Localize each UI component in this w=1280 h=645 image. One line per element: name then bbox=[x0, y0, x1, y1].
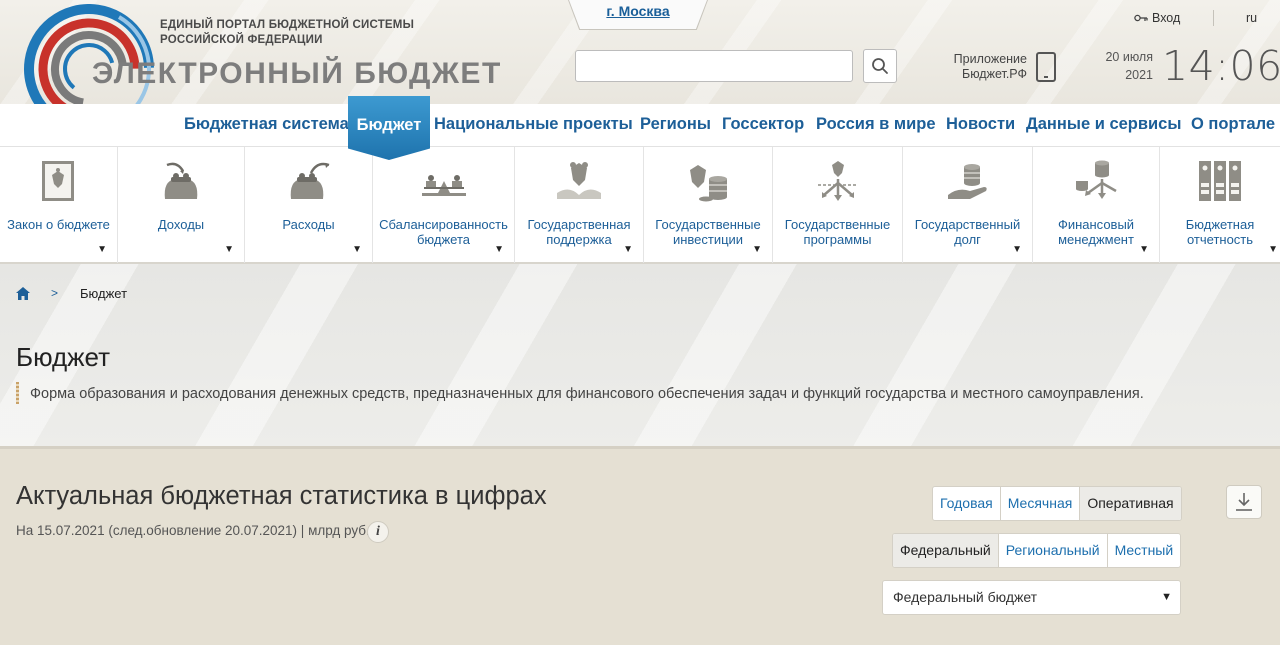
chevron-down-icon[interactable]: ▼ bbox=[1012, 244, 1022, 255]
search-icon bbox=[872, 58, 888, 74]
submenu-support[interactable]: Государственная поддержка ▼ bbox=[515, 147, 644, 263]
nav-russia-world[interactable]: Россия в мире bbox=[816, 115, 936, 134]
page-description: Форма образования и расходования денежны… bbox=[30, 386, 1144, 402]
tab-regional[interactable]: Региональный bbox=[999, 534, 1108, 567]
chevron-down-icon[interactable]: ▼ bbox=[752, 244, 762, 255]
breadcrumb-current: Бюджет bbox=[80, 286, 128, 301]
language-switch[interactable]: ru bbox=[1246, 11, 1257, 25]
submenu-finance[interactable]: Финансовый менеджмент ▼ bbox=[1033, 147, 1160, 263]
nav-national-projects[interactable]: Национальные проекты bbox=[434, 115, 633, 134]
nav-budget-active[interactable]: Бюджет bbox=[348, 96, 430, 160]
page-header-background bbox=[0, 264, 1280, 446]
header-divider bbox=[1213, 10, 1214, 26]
nav-about[interactable]: О портале bbox=[1191, 115, 1275, 134]
nav-news[interactable]: Новости bbox=[946, 115, 1015, 134]
submenu-support-label: Государственная поддержка bbox=[527, 217, 631, 247]
page-title: Бюджет bbox=[16, 342, 111, 372]
tab-local[interactable]: Местный bbox=[1108, 534, 1181, 567]
submenu-investments-label: Государственные инвестиции bbox=[655, 217, 761, 247]
chevron-down-icon[interactable]: ▼ bbox=[1139, 244, 1149, 255]
submenu-finance-label: Финансовый менеджмент bbox=[1057, 217, 1135, 247]
login-link[interactable]: Вход bbox=[1134, 11, 1180, 25]
search-input[interactable] bbox=[575, 50, 853, 82]
breadcrumb-separator: > bbox=[51, 286, 59, 300]
city-link[interactable]: г. Москва bbox=[568, 3, 708, 19]
chevron-down-icon[interactable]: ▼ bbox=[494, 244, 504, 255]
mobile-app-link[interactable]: Приложение Бюджет.РФ bbox=[945, 52, 1027, 82]
stats-subtitle: На 15.07.2021 (след.обновление 20.07.202… bbox=[16, 523, 370, 538]
submenu-investments[interactable]: Государственные инвестиции ▼ bbox=[644, 147, 773, 263]
state-support-icon bbox=[557, 162, 601, 199]
investment-coins-icon bbox=[690, 165, 727, 202]
budget-statistics-section: Актуальная бюджетная статистика в цифрах… bbox=[0, 449, 1280, 645]
tab-operational[interactable]: Оперативная bbox=[1080, 487, 1181, 520]
info-icon[interactable]: i bbox=[367, 521, 389, 543]
chevron-down-icon: ▼ bbox=[1161, 591, 1172, 603]
tab-yearly[interactable]: Годовая bbox=[933, 487, 1001, 520]
stats-title: Актуальная бюджетная статистика в цифрах bbox=[16, 482, 547, 510]
submenu-balance-label: Сбалансированность бюджета bbox=[379, 217, 508, 247]
nav-public-sector[interactable]: Госсектор bbox=[722, 115, 804, 134]
chevron-down-icon[interactable]: ▼ bbox=[224, 244, 234, 255]
submenu-programs[interactable]: Государственные программы bbox=[773, 147, 903, 263]
key-icon bbox=[1134, 14, 1148, 22]
level-tabs: Федеральный Региональный Местный bbox=[892, 533, 1182, 568]
chevron-down-icon[interactable]: ▼ bbox=[352, 244, 362, 255]
nav-data-services[interactable]: Данные и сервисы bbox=[1026, 115, 1181, 134]
submenu-law-label: Закон о бюджете bbox=[7, 217, 110, 232]
income-purse-icon bbox=[164, 162, 198, 199]
nav-budget-label: Бюджет bbox=[356, 116, 422, 134]
submenu-income[interactable]: Доходы ▼ bbox=[118, 147, 245, 263]
submenu-income-label: Доходы bbox=[157, 217, 205, 232]
budget-select[interactable]: Федеральный бюджет ▼ bbox=[882, 580, 1181, 615]
logo-tagline-line1: ЕДИНЫЙ ПОРТАЛ БЮДЖЕТНОЙ СИСТЕМЫ bbox=[160, 19, 415, 31]
period-tabs: Годовая Месячная Оперативная bbox=[932, 486, 1182, 521]
expense-purse-icon bbox=[290, 162, 329, 199]
reports-binders-icon bbox=[1199, 161, 1241, 201]
chevron-down-icon[interactable]: ▼ bbox=[623, 244, 633, 255]
city-selector[interactable]: г. Москва bbox=[568, 0, 708, 30]
app-label-line1: Приложение bbox=[953, 52, 1027, 66]
date-day: 20 июля bbox=[1105, 50, 1153, 64]
chevron-down-icon[interactable]: ▼ bbox=[1268, 244, 1278, 255]
law-book-icon bbox=[41, 161, 74, 201]
current-date: 20 июля 2021 bbox=[1090, 48, 1153, 84]
tab-federal[interactable]: Федеральный bbox=[893, 534, 999, 567]
tab-monthly[interactable]: Месячная bbox=[1001, 487, 1081, 520]
app-label-line2: Бюджет.РФ bbox=[961, 67, 1027, 81]
logo-tagline-line2: РОССИЙСКОЙ ФЕДЕРАЦИИ bbox=[160, 34, 323, 46]
submenu-expenses[interactable]: Расходы ▼ bbox=[245, 147, 373, 263]
submenu-expenses-label: Расходы bbox=[282, 217, 335, 232]
nav-budget-system[interactable]: Бюджетная система bbox=[184, 115, 349, 134]
home-icon[interactable] bbox=[16, 287, 30, 300]
site-header: ЕДИНЫЙ ПОРТАЛ БЮДЖЕТНОЙ СИСТЕМЫ РОССИЙСК… bbox=[0, 0, 1280, 104]
chevron-down-icon[interactable]: ▼ bbox=[97, 244, 107, 255]
logo-tagline: ЕДИНЫЙ ПОРТАЛ БЮДЖЕТНОЙ СИСТЕМЫ РОССИЙСК… bbox=[160, 18, 414, 48]
budget-submenu: Закон о бюджете ▼ Доходы ▼ Расходы ▼ Сба… bbox=[0, 146, 1280, 264]
finance-management-icon bbox=[1076, 160, 1117, 199]
budget-select-value: Федеральный бюджет bbox=[893, 589, 1038, 605]
description-accent-bar bbox=[16, 382, 19, 404]
balance-scale-icon bbox=[421, 175, 466, 196]
submenu-programs-label: Государственные программы bbox=[784, 217, 891, 247]
date-year: 2021 bbox=[1125, 68, 1153, 82]
main-navigation: Бюджетная система Национальные проекты Р… bbox=[0, 104, 1280, 146]
submenu-balance[interactable]: Сбалансированность бюджета ▼ bbox=[373, 147, 515, 263]
programs-arrows-icon bbox=[817, 161, 858, 201]
search-button[interactable] bbox=[863, 49, 897, 83]
login-label: Вход bbox=[1152, 11, 1181, 25]
phone-icon[interactable] bbox=[1036, 52, 1056, 82]
submenu-reports[interactable]: Бюджетная отчетность ▼ bbox=[1160, 147, 1280, 263]
submenu-debt-label: Государственный долг bbox=[914, 217, 1021, 247]
nav-regions[interactable]: Регионы bbox=[640, 115, 711, 134]
page-header: > Бюджет Бюджет Форма образования и расх… bbox=[0, 264, 1280, 449]
debt-hand-coins-icon bbox=[947, 164, 987, 199]
download-button[interactable] bbox=[1226, 485, 1262, 519]
submenu-debt[interactable]: Государственный долг ▼ bbox=[903, 147, 1033, 263]
logo-title[interactable]: ЭЛЕКТРОННЫЙ БЮДЖЕТ bbox=[92, 57, 502, 91]
download-icon bbox=[1236, 493, 1252, 511]
current-time: 14:06 bbox=[1162, 42, 1280, 90]
submenu-reports-label: Бюджетная отчетность bbox=[1185, 217, 1255, 247]
submenu-law[interactable]: Закон о бюджете ▼ bbox=[0, 147, 118, 263]
